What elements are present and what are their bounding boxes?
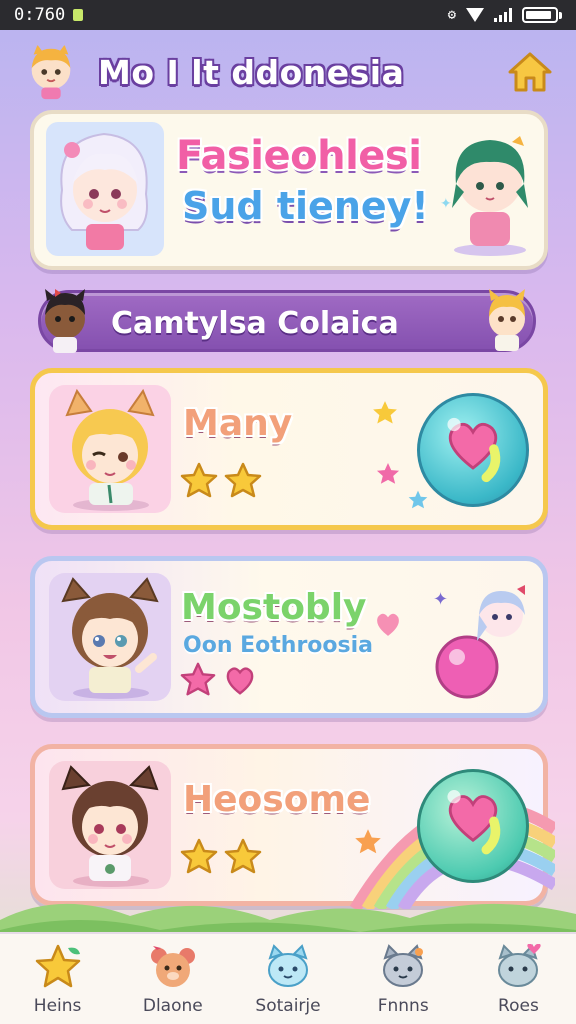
sparkle-star-icon <box>355 829 381 854</box>
level-1-name: Many <box>183 403 293 444</box>
nav-item-sotairje[interactable]: Sotairje <box>230 934 345 1024</box>
level-1-character <box>65 388 155 511</box>
sparkle-star-icon <box>373 401 397 424</box>
settings-icon: ⚙ <box>447 7 456 23</box>
star-icon <box>224 838 262 874</box>
nav-item-roes[interactable]: Roes <box>461 934 576 1024</box>
signal-icon <box>494 8 512 22</box>
notification-icon <box>73 9 84 21</box>
banner-character-left <box>45 289 85 353</box>
level-2-character <box>61 577 159 699</box>
app-header: Mo I lt ddonesia <box>0 36 576 108</box>
battery-icon <box>522 7 558 23</box>
star-icon <box>180 838 218 874</box>
nav-label: Roes <box>498 996 539 1016</box>
hero-subtitle: Sud tieney! <box>182 184 429 228</box>
level-2-hearts <box>179 661 259 699</box>
wifi-icon <box>466 8 484 22</box>
level-3-stars <box>179 837 263 877</box>
heart-icon <box>447 790 501 855</box>
star-icon <box>224 462 262 498</box>
home-icon[interactable] <box>506 48 554 96</box>
level-thumbnail <box>49 573 171 701</box>
level-card-2[interactable]: Mostobly Oon Eothroosia ✦ <box>30 556 548 718</box>
nav-label: Fnnns <box>377 996 429 1016</box>
hero-title: Fasieohlesi <box>176 133 422 179</box>
section-banner[interactable]: Camtylsa Colaica <box>38 289 536 353</box>
app-title: Mo I lt ddonesia <box>98 52 405 92</box>
level-1-stars <box>179 461 263 501</box>
hero-character-left <box>46 122 164 256</box>
sparkle-star-icon <box>376 462 400 484</box>
star-icon <box>180 662 216 696</box>
nav-label: Heins <box>33 996 82 1016</box>
status-bar: 0:760 ⚙ <box>0 0 576 30</box>
level-card-1[interactable]: Many <box>30 368 548 530</box>
level-thumbnail <box>49 385 171 513</box>
cat-icon <box>383 944 424 987</box>
level-2-name: Mostobly <box>181 587 367 628</box>
nav-item-dlaone[interactable]: Dlaone <box>115 934 230 1024</box>
level-thumbnail <box>49 761 171 889</box>
nav-item-fnnns[interactable]: Fnnns <box>346 934 461 1024</box>
level-2-reward-character: ✦ <box>433 585 525 699</box>
heart-icon <box>226 667 254 695</box>
floating-heart-icon <box>377 613 399 636</box>
background-scenery <box>0 903 576 940</box>
hero-card[interactable]: Fasieohlesi Sud tieney! ✦ <box>30 110 548 270</box>
reward-orb[interactable] <box>417 769 529 883</box>
cat-icon <box>268 944 308 987</box>
heart-icon <box>447 417 501 483</box>
level-3-name: Heosome <box>183 779 371 820</box>
banner-character-right <box>489 289 525 351</box>
clock: 0:760 <box>14 5 66 25</box>
profile-avatar[interactable] <box>22 42 80 102</box>
nav-label: Dlaone <box>142 996 203 1016</box>
level-3-character <box>61 765 159 887</box>
svg-text:✦: ✦ <box>440 196 452 212</box>
nav-item-heins[interactable]: Heins <box>0 934 115 1024</box>
cat-heart-icon <box>498 944 542 987</box>
star-icon <box>35 944 80 988</box>
level-2-subtitle: Oon Eothroosia <box>183 633 374 658</box>
bear-icon <box>150 946 195 987</box>
banner-label: Camtylsa Colaica <box>111 306 399 341</box>
svg-text:✦: ✦ <box>433 589 448 610</box>
reward-orb[interactable] <box>417 393 529 507</box>
nav-label: Sotairje <box>255 996 321 1016</box>
hero-character-right: ✦ <box>440 136 528 256</box>
bottom-navigation: Heins Dlaone Sotairje Fnnns Roes <box>0 932 576 1024</box>
star-icon <box>180 462 218 498</box>
